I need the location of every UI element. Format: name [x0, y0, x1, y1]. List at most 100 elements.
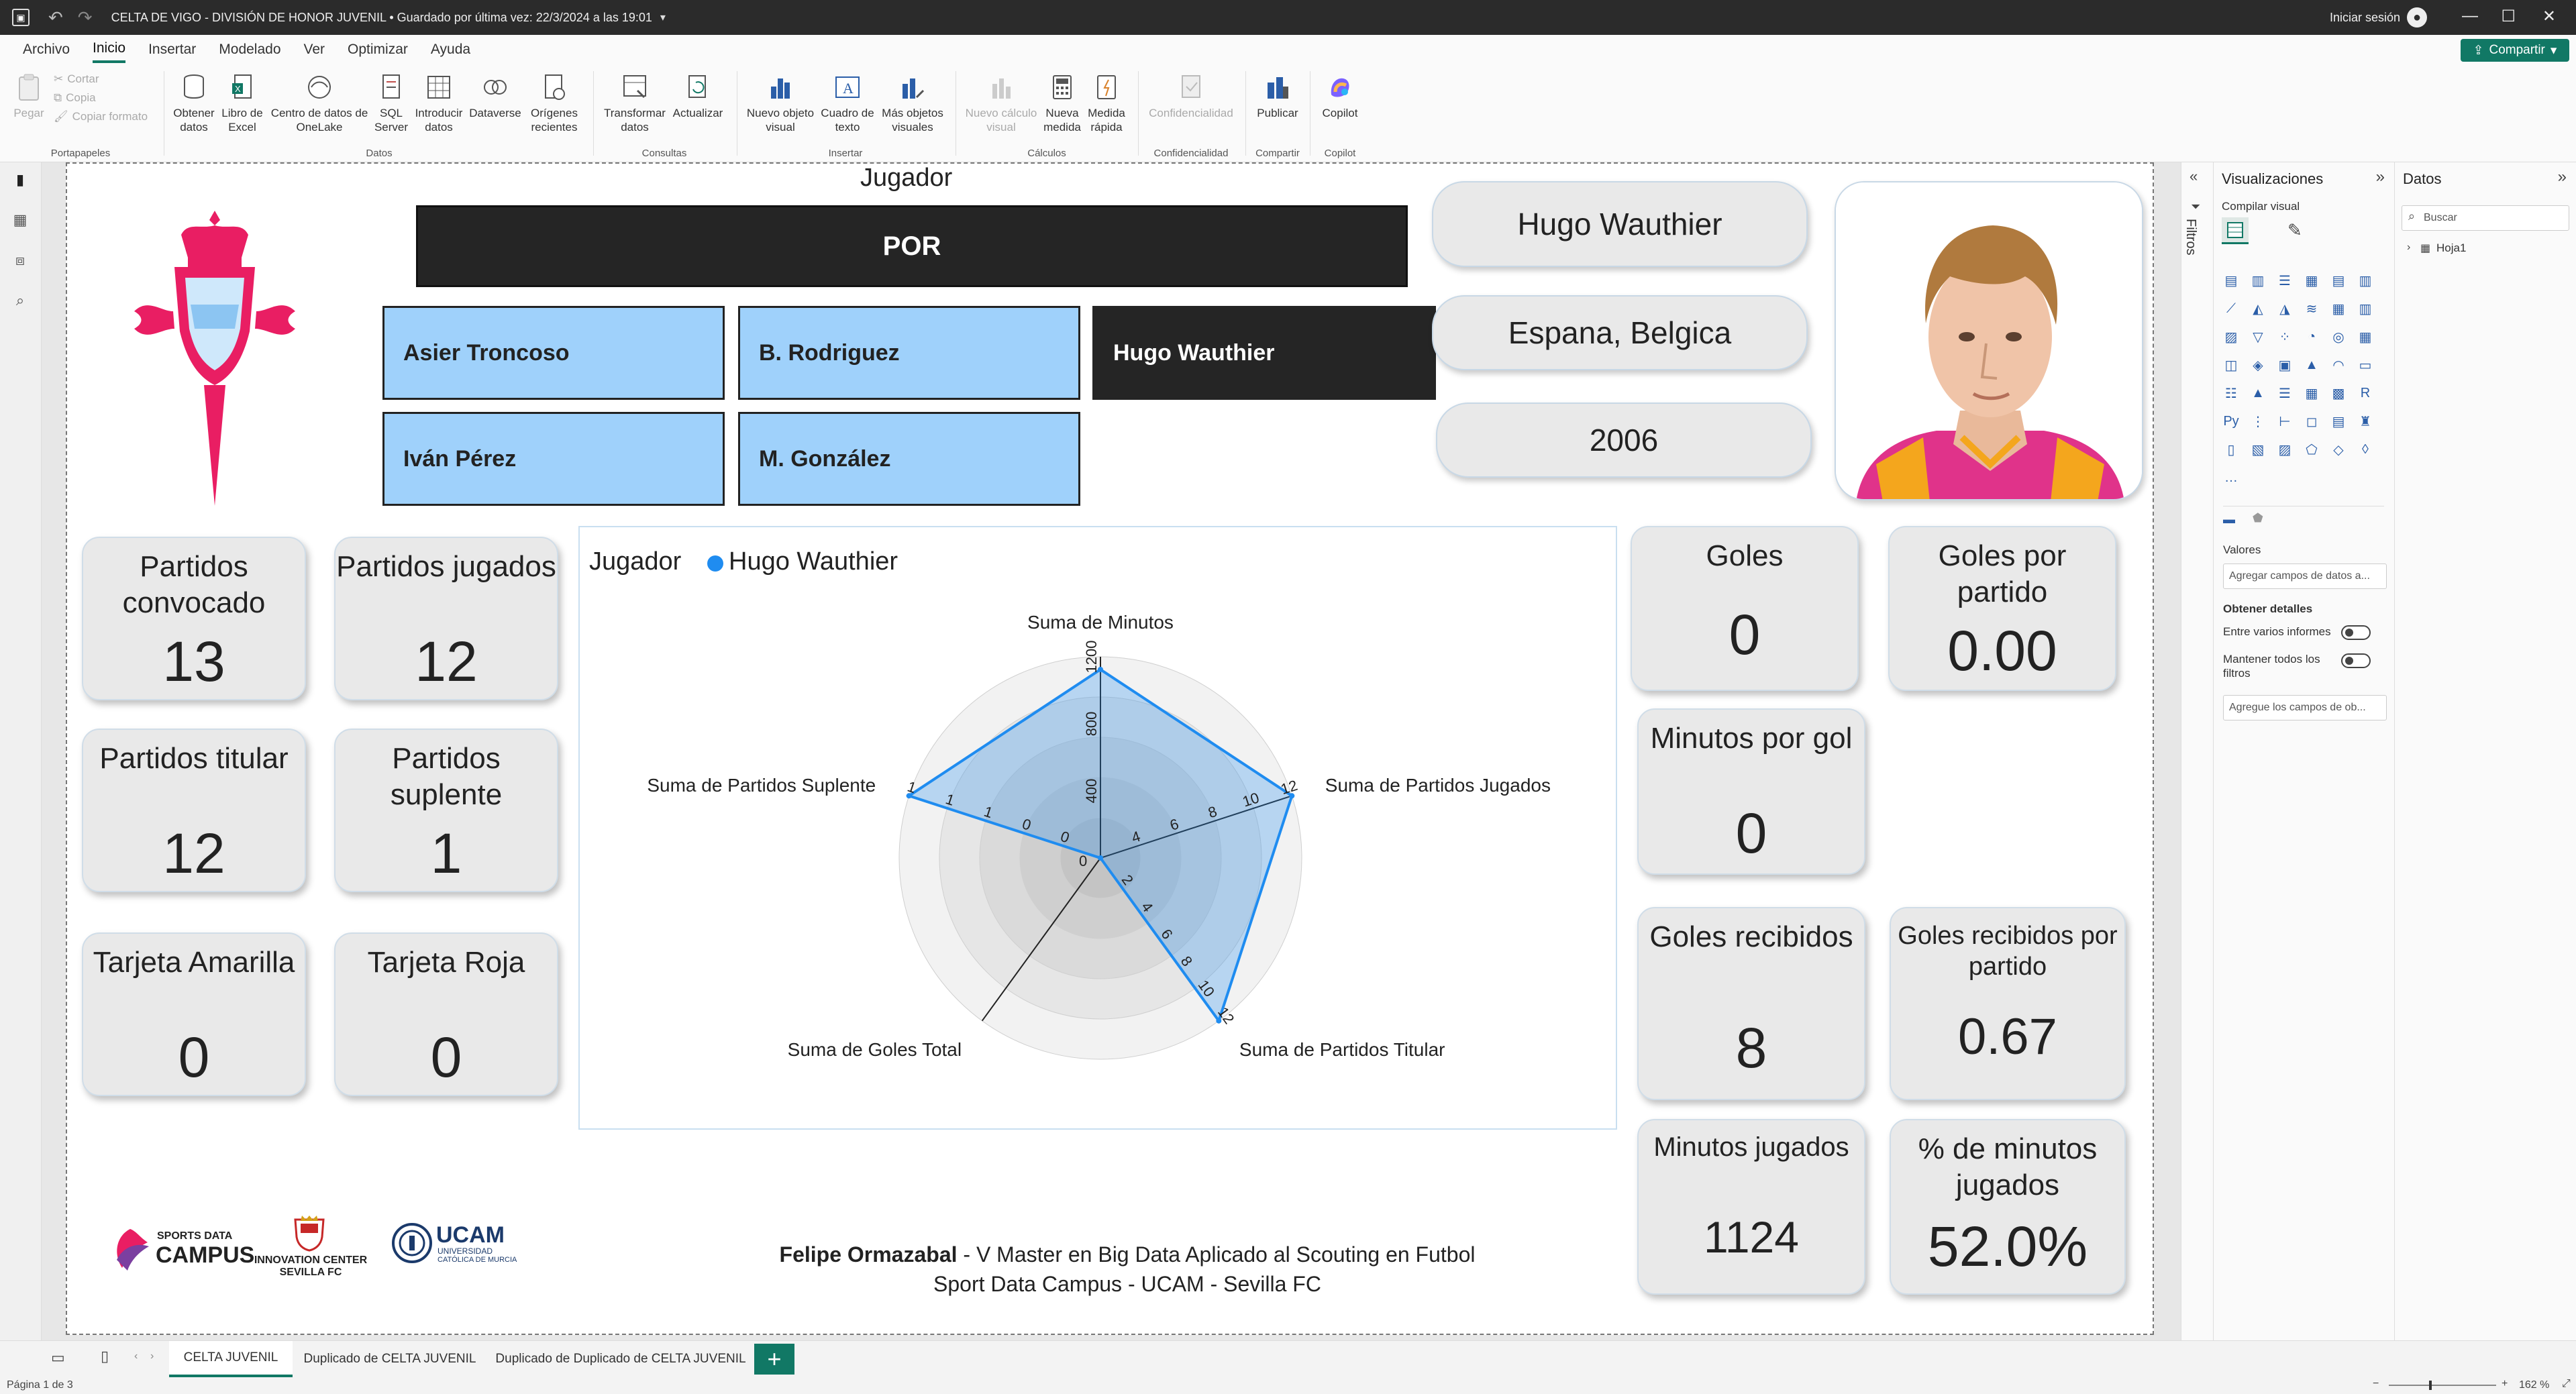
menu-optimizar[interactable]: Optimizar: [348, 38, 408, 62]
redo-icon[interactable]: ↷: [78, 7, 93, 28]
search-input[interactable]: Buscar: [2402, 205, 2569, 231]
ai-visual-icon[interactable]: ◊: [2355, 439, 2376, 460]
add-page-button[interactable]: +: [754, 1344, 794, 1375]
menu-ayuda[interactable]: Ayuda: [431, 38, 470, 62]
copilot-button[interactable]: Copilot: [1314, 72, 1366, 120]
excel-button[interactable]: X Libro de Excel: [219, 72, 266, 134]
undo-icon[interactable]: ↶: [48, 7, 63, 28]
matrix-icon[interactable]: ▩: [2328, 382, 2349, 404]
keep-filters-toggle[interactable]: [2341, 653, 2371, 668]
dax-query-view-icon[interactable]: ⌕: [11, 291, 30, 310]
donut-chart-icon[interactable]: ◎: [2328, 326, 2349, 347]
r-visual-icon[interactable]: R: [2355, 382, 2376, 404]
new-measure-button[interactable]: Nueva medida: [1039, 72, 1086, 134]
scatter-chart-icon[interactable]: ⁘: [2274, 326, 2296, 347]
menu-modelado[interactable]: Modelado: [219, 38, 280, 62]
100-column-chart-icon[interactable]: ▥: [2355, 270, 2376, 291]
line-column-chart-icon[interactable]: ▦: [2328, 298, 2349, 319]
quick-measure-button[interactable]: Medida rápida: [1083, 72, 1130, 134]
collapse-data-pane-icon[interactable]: »: [2558, 168, 2567, 186]
python-visual-icon[interactable]: Py: [2220, 411, 2242, 432]
filled-map-icon[interactable]: ◈: [2247, 354, 2269, 376]
more-visuals-icon[interactable]: …: [2220, 467, 2242, 488]
tab-duplicado-duplicado[interactable]: Duplicado de Duplicado de CELTA JUVENIL: [487, 1341, 754, 1377]
menu-archivo[interactable]: Archivo: [23, 38, 70, 62]
waterfall-chart-icon[interactable]: ▨: [2220, 326, 2242, 347]
funnel-chart-icon[interactable]: ▽: [2247, 326, 2269, 347]
get-data-button[interactable]: Obtener datos: [168, 72, 220, 134]
menu-ver[interactable]: Ver: [304, 38, 325, 62]
power-apps-icon[interactable]: ▧: [2247, 439, 2269, 460]
sensitivity-button[interactable]: Confidencialidad: [1142, 72, 1240, 120]
analytics-tab-icon[interactable]: ⬟: [2253, 511, 2263, 525]
format-visual-tab-icon[interactable]: ✎: [2287, 220, 2302, 241]
zoom-slider-handle[interactable]: [2429, 1381, 2432, 1390]
prev-page-icon[interactable]: ‹: [134, 1350, 138, 1362]
tab-duplicado[interactable]: Duplicado de CELTA JUVENIL: [293, 1341, 487, 1377]
format-painter-button[interactable]: 🖌 Copiar formato: [54, 110, 148, 123]
menu-inicio[interactable]: Inicio: [93, 36, 126, 63]
share-button[interactable]: ⇪ Compartir ▾: [2461, 39, 2569, 62]
player-slicer-item[interactable]: Iván Pérez: [382, 412, 725, 506]
radar-chart-icon[interactable]: ⬠: [2301, 439, 2322, 460]
window-title[interactable]: CELTA DE VIGO - DIVISIÓN DE HONOR JUVENI…: [111, 11, 652, 25]
textbox-button[interactable]: A Cuadro de texto: [817, 72, 878, 134]
fit-page-icon[interactable]: ⤢: [2562, 1378, 2571, 1390]
player-slicer-item[interactable]: B. Rodriguez: [738, 306, 1080, 400]
copy-button[interactable]: ⧉ Copia: [54, 91, 96, 105]
shape-map-icon[interactable]: ▣: [2274, 354, 2296, 376]
line-chart-icon[interactable]: ⟋: [2220, 298, 2242, 319]
100-bar-chart-icon[interactable]: ▤: [2328, 270, 2349, 291]
azure-map-icon[interactable]: ▲: [2301, 354, 2322, 376]
power-automate-icon[interactable]: ▨: [2274, 439, 2296, 460]
model-view-icon[interactable]: ⧈: [11, 251, 30, 270]
ribbon-chart-icon[interactable]: ≋: [2301, 298, 2322, 319]
paste-button[interactable]: Pegar: [11, 72, 47, 120]
collapse-left-icon[interactable]: «: [2189, 168, 2198, 185]
paginated-report-icon[interactable]: ▯: [2220, 439, 2242, 460]
pie-chart-icon[interactable]: ◔: [2301, 326, 2322, 347]
stacked-column-chart-icon[interactable]: ▥: [2247, 270, 2269, 291]
report-view-icon[interactable]: ▮: [11, 170, 30, 189]
zoom-out-icon[interactable]: −: [2373, 1378, 2379, 1390]
maximize-icon[interactable]: ☐: [2501, 7, 2516, 26]
tab-celta-juvenil[interactable]: CELTA JUVENIL: [169, 1341, 293, 1377]
position-slicer-button[interactable]: POR: [416, 205, 1408, 287]
stacked-bar-chart-icon[interactable]: ▤: [2220, 270, 2242, 291]
trophy-icon[interactable]: ♜: [2355, 411, 2376, 432]
title-dropdown-icon[interactable]: ▾: [660, 11, 666, 24]
stacked-area-chart-icon[interactable]: ◮: [2274, 298, 2296, 319]
desktop-layout-icon[interactable]: ▭: [51, 1349, 65, 1366]
sql-server-button[interactable]: SQL Server: [373, 72, 409, 134]
player-slicer-item-selected[interactable]: Hugo Wauthier: [1092, 306, 1436, 400]
custom-visual-icon[interactable]: ◇: [2328, 439, 2349, 460]
filters-pane-label[interactable]: Filtros: [2183, 219, 2198, 255]
line-stacked-column-icon[interactable]: ▥: [2355, 298, 2376, 319]
table-icon[interactable]: ▦: [2301, 382, 2322, 404]
new-visual-button[interactable]: Nuevo objeto visual: [742, 72, 819, 134]
next-page-icon[interactable]: ›: [150, 1350, 154, 1362]
multi-row-card-icon[interactable]: ☷: [2220, 382, 2242, 404]
build-visual-tab-icon[interactable]: [2222, 217, 2249, 244]
dataverse-button[interactable]: Dataverse: [467, 72, 523, 120]
menu-insertar[interactable]: Insertar: [148, 38, 196, 62]
zoom-in-icon[interactable]: +: [2502, 1378, 2508, 1390]
close-icon[interactable]: ✕: [2542, 7, 2556, 26]
add-data-fields-well[interactable]: Agregar campos de datos a...: [2223, 564, 2387, 589]
fields-tab-icon[interactable]: ▬: [2223, 513, 2235, 527]
table-view-icon[interactable]: ▦: [11, 211, 30, 229]
collapse-right-icon[interactable]: »: [2376, 168, 2385, 186]
mobile-layout-icon[interactable]: ▯: [101, 1348, 109, 1365]
transform-data-button[interactable]: Transformar datos: [599, 72, 671, 134]
player-slicer-item[interactable]: M. González: [738, 412, 1080, 506]
avatar-icon[interactable]: ●: [2407, 7, 2427, 28]
expand-chevron-icon[interactable]: ›: [2407, 242, 2410, 254]
more-visuals-button[interactable]: Más objetos visuales: [876, 72, 949, 134]
zoom-slider[interactable]: [2389, 1385, 2496, 1386]
clustered-column-chart-icon[interactable]: ▦: [2301, 270, 2322, 291]
decomposition-tree-icon[interactable]: ⊢: [2274, 411, 2296, 432]
area-chart-icon[interactable]: ◭: [2247, 298, 2269, 319]
key-influencers-icon[interactable]: ⋮: [2247, 411, 2269, 432]
player-slicer-item[interactable]: Asier Troncoso: [382, 306, 725, 400]
slicer-icon[interactable]: ☰: [2274, 382, 2296, 404]
